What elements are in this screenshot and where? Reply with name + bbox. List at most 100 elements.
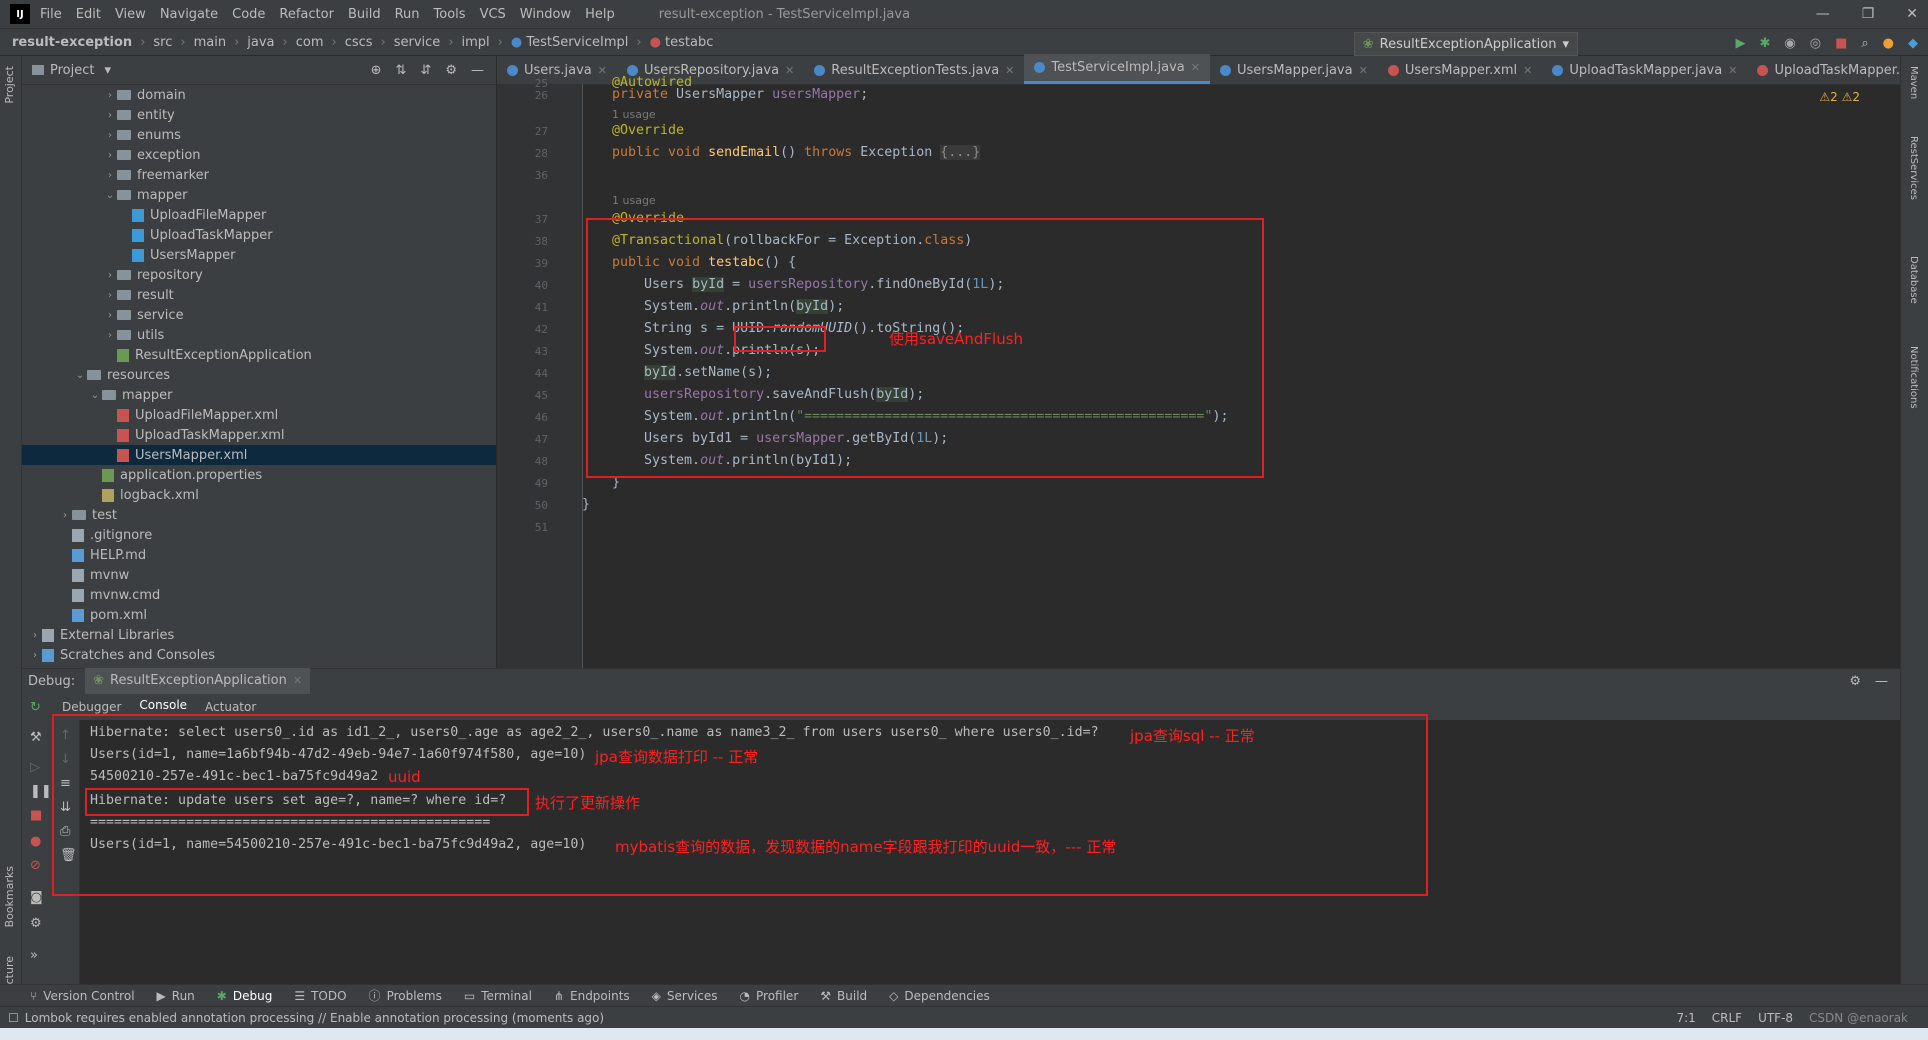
tool-services[interactable]: ◈ Services: [652, 989, 718, 1003]
breadcrumb-impl[interactable]: impl: [462, 35, 490, 50]
chevron-icon[interactable]: ›: [103, 170, 117, 181]
breadcrumb-class[interactable]: ● TestServiceImpl: [511, 35, 629, 50]
profile-icon[interactable]: ◎: [1810, 36, 1821, 51]
breadcrumb-project[interactable]: result-exception: [12, 35, 132, 50]
debug-icon[interactable]: ✱: [1759, 36, 1770, 51]
chevron-icon[interactable]: ›: [58, 510, 72, 521]
mute-breakpoints-icon[interactable]: ⊘: [30, 858, 41, 873]
line-number[interactable]: 38: [508, 235, 548, 248]
settings-icon[interactable]: ⚙: [30, 916, 42, 931]
chevron-icon[interactable]: ›: [28, 630, 42, 641]
menu-tools[interactable]: Tools: [434, 7, 466, 22]
menu-help[interactable]: Help: [585, 7, 615, 22]
hide-icon[interactable]: —: [1875, 674, 1888, 689]
bookmarks-tool-label[interactable]: Bookmarks: [3, 866, 16, 927]
chevron-icon[interactable]: ›: [103, 330, 117, 341]
line-number[interactable]: 26: [508, 89, 548, 102]
tool-problems[interactable]: ⓘ Problems: [369, 987, 442, 1004]
tree-item[interactable]: › exception: [22, 145, 496, 165]
expand-all-icon[interactable]: ⇅: [396, 63, 407, 78]
restservices-tool-label[interactable]: RestServices: [1908, 136, 1919, 200]
chevron-icon[interactable]: ›: [103, 310, 117, 321]
tool-endpoints[interactable]: ⋔ Endpoints: [554, 989, 630, 1003]
tree-item[interactable]: ResultExceptionApplication: [22, 345, 496, 365]
pause-icon[interactable]: ❚❚: [30, 784, 52, 799]
collapse-all-icon[interactable]: ⇵: [420, 63, 431, 78]
editor-tab[interactable]: UploadTaskMapper.java ✕: [1542, 57, 1747, 84]
camera-icon[interactable]: ◙: [30, 890, 43, 905]
line-number[interactable]: 36: [508, 169, 548, 182]
menu-window[interactable]: Window: [520, 7, 571, 22]
coverage-icon[interactable]: ◉: [1784, 36, 1795, 51]
database-tool-label[interactable]: Database: [1908, 256, 1919, 304]
tool-todo[interactable]: ☰ TODO: [294, 989, 346, 1003]
close-icon[interactable]: ✕: [1005, 64, 1014, 77]
breadcrumb-cscs[interactable]: cscs: [345, 35, 373, 50]
notifications-tool-label[interactable]: Notifications: [1908, 346, 1919, 409]
breadcrumb-main[interactable]: main: [194, 35, 226, 50]
tree-item[interactable]: ⌄ mapper: [22, 185, 496, 205]
chevron-icon[interactable]: ⌄: [73, 370, 87, 381]
minimize-button[interactable]: —: [1816, 6, 1830, 22]
menu-edit[interactable]: Edit: [76, 7, 101, 22]
run-icon[interactable]: ▶: [1735, 36, 1745, 51]
close-icon[interactable]: ✕: [1523, 64, 1532, 77]
line-number[interactable]: 39: [508, 257, 548, 270]
tree-item[interactable]: › repository: [22, 265, 496, 285]
chevron-icon[interactable]: ›: [103, 130, 117, 141]
wrench-icon[interactable]: ⚒: [30, 730, 42, 745]
tool-terminal[interactable]: ▭ Terminal: [464, 989, 532, 1003]
tree-item[interactable]: › freemarker: [22, 165, 496, 185]
tool-run[interactable]: ▶ Run: [157, 989, 195, 1003]
line-number[interactable]: 27: [508, 125, 548, 138]
line-separator[interactable]: CRLF: [1712, 1011, 1742, 1025]
chevron-down-icon[interactable]: ▾: [104, 63, 111, 78]
code-line-50[interactable]: }: [582, 494, 590, 516]
code-line-27[interactable]: @Override: [612, 120, 684, 142]
close-icon[interactable]: ✕: [785, 64, 794, 77]
tree-item[interactable]: ⌄ mapper: [22, 385, 496, 405]
status-message[interactable]: Lombok requires enabled annotation proce…: [25, 1011, 604, 1025]
project-tool-label[interactable]: Project: [3, 66, 16, 104]
chevron-icon[interactable]: ›: [103, 90, 117, 101]
breakpoints-icon[interactable]: ●: [30, 834, 41, 849]
editor-tab[interactable]: UsersMapper.xml ✕: [1378, 57, 1543, 84]
tree-item[interactable]: UsersMapper.xml: [22, 445, 496, 465]
tree-item[interactable]: mvnw.cmd: [22, 585, 496, 605]
close-icon[interactable]: ✕: [293, 674, 302, 687]
line-number[interactable]: 37: [508, 213, 548, 226]
line-number[interactable]: 45: [508, 389, 548, 402]
tree-item[interactable]: UploadTaskMapper.xml: [22, 425, 496, 445]
tree-item[interactable]: pom.xml: [22, 605, 496, 625]
plugin-icon[interactable]: ◆: [1908, 36, 1918, 51]
menu-file[interactable]: File: [40, 7, 62, 22]
tree-item[interactable]: › result: [22, 285, 496, 305]
tab-debugger[interactable]: Debugger: [62, 700, 121, 714]
tool-version-control[interactable]: ⑂ Version Control: [30, 989, 135, 1003]
tree-item[interactable]: › External Libraries: [22, 625, 496, 645]
close-icon[interactable]: ✕: [1359, 64, 1368, 77]
locate-icon[interactable]: ⊕: [371, 63, 382, 78]
caret-position[interactable]: 7:1: [1676, 1011, 1695, 1025]
menu-refactor[interactable]: Refactor: [279, 7, 334, 22]
more-icon[interactable]: »: [30, 948, 38, 963]
line-number[interactable]: 44: [508, 367, 548, 380]
tool-profiler[interactable]: ◔ Profiler: [740, 989, 799, 1003]
tree-item[interactable]: › test: [22, 505, 496, 525]
file-encoding[interactable]: UTF-8: [1758, 1011, 1793, 1025]
menu-run[interactable]: Run: [395, 7, 420, 22]
line-number[interactable]: 51: [508, 521, 548, 534]
chevron-icon[interactable]: ›: [103, 110, 117, 121]
tool-build[interactable]: ⚒ Build: [820, 989, 867, 1003]
maven-tool-label[interactable]: Maven: [1908, 66, 1919, 99]
rerun-icon[interactable]: ↻: [30, 700, 41, 715]
tool-debug[interactable]: ✱ Debug: [217, 989, 273, 1003]
chevron-icon[interactable]: ›: [28, 650, 42, 661]
search-icon[interactable]: ⌕: [1861, 36, 1868, 51]
tree-item[interactable]: mvnw: [22, 565, 496, 585]
tree-item[interactable]: › entity: [22, 105, 496, 125]
chevron-icon[interactable]: ⌄: [88, 390, 102, 401]
close-window-button[interactable]: ✕: [1906, 6, 1918, 22]
editor-tab[interactable]: UsersMapper.java ✕: [1210, 57, 1378, 84]
hide-icon[interactable]: —: [471, 63, 484, 78]
